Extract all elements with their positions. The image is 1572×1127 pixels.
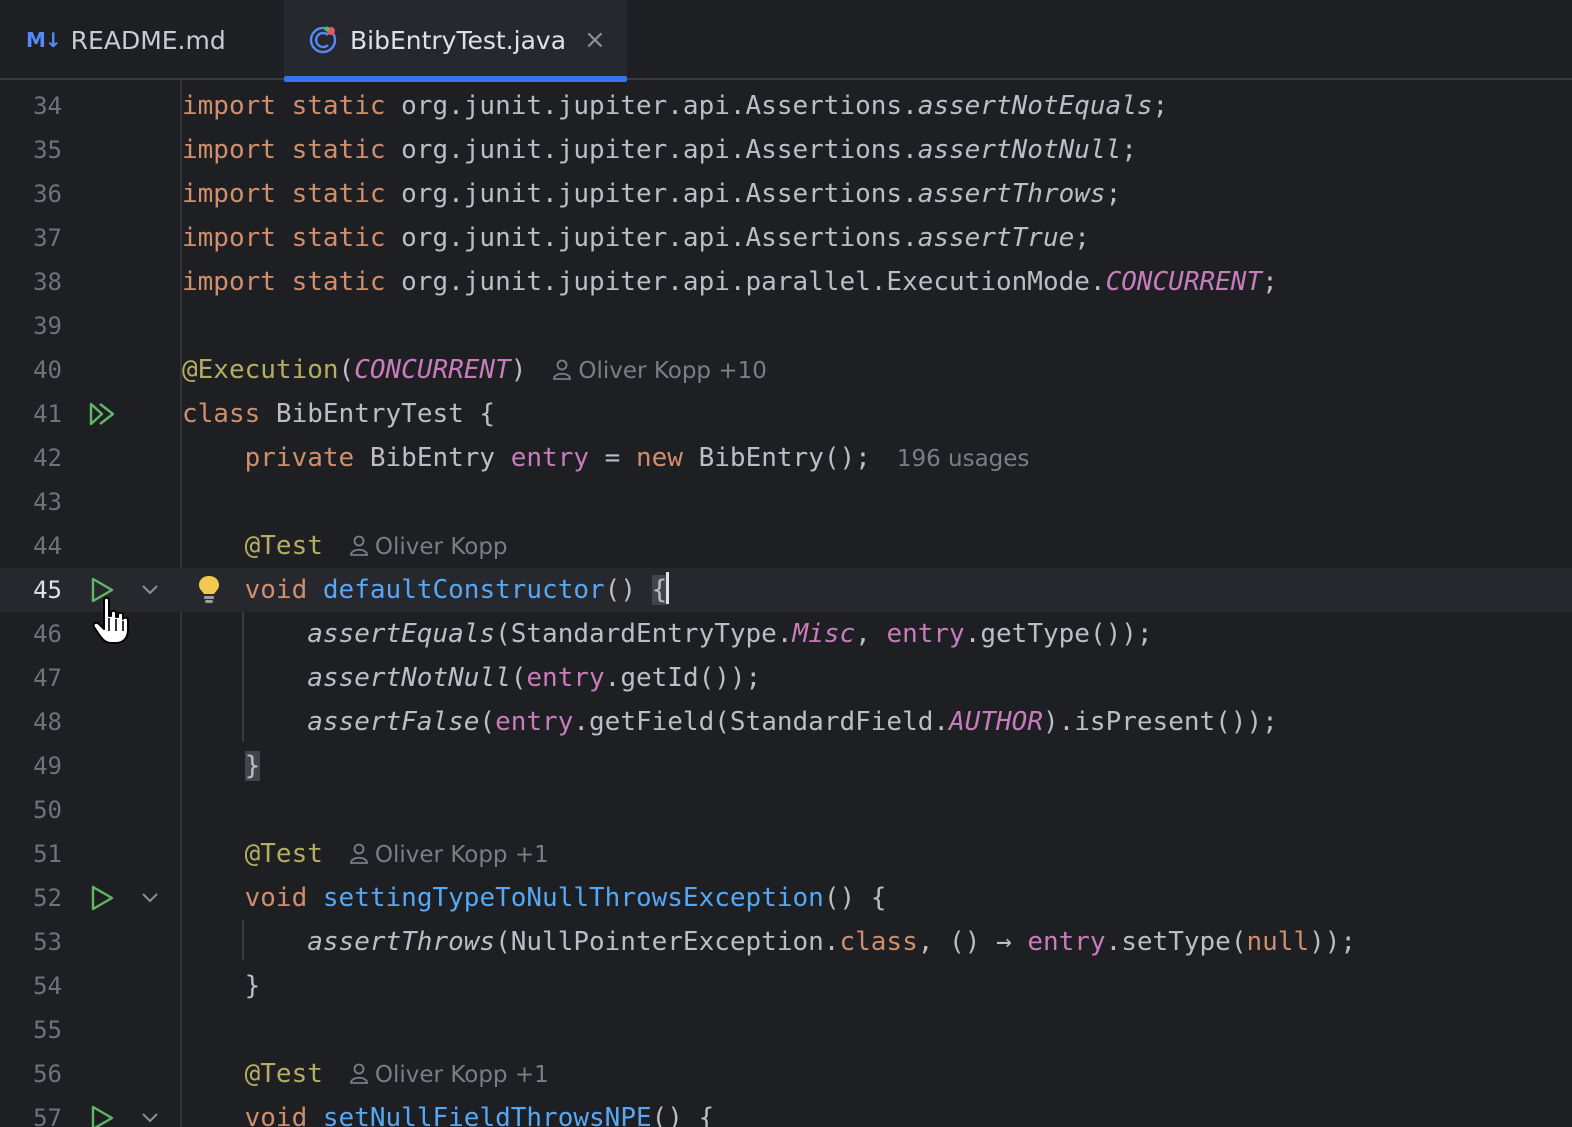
code-line: 44 @Test Oliver Kopp [0,524,1572,568]
usages-hint[interactable]: 196 usages [897,446,1030,472]
code-line: 57 void setNullFieldThrowsNPE() { [0,1096,1572,1127]
code-text: void settingTypeToNullThrowsException() … [244,883,887,913]
tab-bibentrytest[interactable]: BibEntryTest.java × [284,0,627,82]
code-line: 38 import static org.junit.jupiter.api.p… [0,260,1572,304]
text-caret [666,572,670,604]
code-line: 42 private BibEntry entry = new BibEntry… [0,436,1572,480]
code-text: import static org.junit.jupiter.api.Asse… [182,91,1169,121]
line-number: 57 [33,1104,62,1127]
tab-readme[interactable]: M↓ README.md [0,0,284,80]
chevron-down-icon[interactable] [140,890,160,906]
code-text: } [244,971,261,1001]
code-text: assertEquals(StandardEntryType.Misc, ent… [307,619,1153,649]
line-number: 35 [33,136,62,164]
code-text: import static org.junit.jupiter.api.Asse… [182,179,1122,209]
code-line: 39 [0,304,1572,348]
code-line: 54 } [0,964,1572,1008]
code-line: 47 assertNotNull(entry.getId()); [0,656,1572,700]
code-text: @Execution(CONCURRENT) Oliver Kopp +10 [182,355,767,385]
matched-brace: { [651,575,668,605]
line-number: 41 [33,400,62,428]
hand-pointer-icon [92,596,129,644]
code-line: 56 @Test Oliver Kopp +1 [0,1052,1572,1096]
line-number: 46 [33,620,62,648]
code-text: @Test Oliver Kopp +1 [244,839,549,869]
run-test-icon[interactable] [88,884,116,912]
chevron-down-icon[interactable] [140,1110,160,1126]
close-icon[interactable]: × [584,25,606,55]
code-line: 48 assertFalse(entry.getField(StandardFi… [0,700,1572,744]
line-number: 54 [33,972,62,1000]
line-number: 49 [33,752,62,780]
code-text: import static org.junit.jupiter.api.Asse… [182,223,1090,253]
code-line: 43 [0,480,1572,524]
markdown-icon: M↓ [26,28,62,52]
person-icon [349,1062,369,1084]
code-line: 46 assertEquals(StandardEntryType.Misc, … [0,612,1572,656]
java-class-icon [309,26,337,54]
code-line: 37 import static org.junit.jupiter.api.A… [0,216,1572,260]
person-icon [552,358,572,380]
code-editor[interactable]: 34 import static org.junit.jupiter.api.A… [0,80,1572,1127]
code-line: 34 import static org.junit.jupiter.api.A… [0,84,1572,128]
line-number: 34 [33,92,62,120]
line-number: 51 [33,840,62,868]
author-hint[interactable]: Oliver Kopp [349,534,508,560]
line-number: 48 [33,708,62,736]
code-line: 41 class BibEntryTest { [0,392,1572,436]
line-number: 45 [33,576,62,604]
code-text: void defaultConstructor() { [182,572,670,608]
code-text: @Test Oliver Kopp [244,531,508,561]
code-line: 50 [0,788,1572,832]
person-icon [349,534,369,556]
code-line: 36 import static org.junit.jupiter.api.A… [0,172,1572,216]
code-line: 52 void settingTypeToNullThrowsException… [0,876,1572,920]
line-number: 39 [33,312,62,340]
code-text: import static org.junit.jupiter.api.para… [182,267,1278,297]
line-number: 56 [33,1060,62,1088]
line-number: 53 [33,928,62,956]
code-line: 53 assertThrows(NullPointerException.cla… [0,920,1572,964]
code-text: } [182,748,261,784]
code-text: assertThrows(NullPointerException.class,… [307,927,1357,957]
line-number: 47 [33,664,62,692]
line-number: 40 [33,356,62,384]
line-number: 42 [33,444,62,472]
line-number: 55 [33,1016,62,1044]
code-text: private BibEntry entry = new BibEntry();… [244,443,1030,473]
matched-brace: } [244,751,261,781]
line-number: 37 [33,224,62,252]
line-number: 44 [33,532,62,560]
code-line: 55 [0,1008,1572,1052]
editor-tab-bar: M↓ README.md BibEntryTest.java × [0,0,1572,82]
code-text: void setNullFieldThrowsNPE() { [244,1103,715,1127]
chevron-down-icon[interactable] [140,582,160,598]
run-test-icon[interactable] [88,1104,116,1127]
line-number: 52 [33,884,62,912]
author-hint[interactable]: Oliver Kopp +1 [349,1062,549,1088]
code-text: assertFalse(entry.getField(StandardField… [307,707,1278,737]
line-number: 43 [33,488,62,516]
tab-label: README.md [70,25,226,55]
code-line: 51 @Test Oliver Kopp +1 [0,832,1572,876]
code-line: 40 @Execution(CONCURRENT) Oliver Kopp +10 [0,348,1572,392]
code-line: 35 import static org.junit.jupiter.api.A… [0,128,1572,172]
line-number: 36 [33,180,62,208]
person-icon [349,842,369,864]
author-hint[interactable]: Oliver Kopp +10 [552,358,767,384]
line-number: 38 [33,268,62,296]
line-number: 50 [33,796,62,824]
code-text: assertNotNull(entry.getId()); [307,663,762,693]
tab-label: BibEntryTest.java [350,25,567,55]
code-text: import static org.junit.jupiter.api.Asse… [182,135,1137,165]
code-text: class BibEntryTest { [182,399,496,429]
code-line-current: 45 void defaultConstructor() { [0,568,1572,612]
code-line: 49 } [0,744,1572,788]
code-text: @Test Oliver Kopp +1 [244,1059,549,1089]
run-all-tests-icon[interactable] [88,400,116,428]
author-hint[interactable]: Oliver Kopp +1 [349,842,549,868]
